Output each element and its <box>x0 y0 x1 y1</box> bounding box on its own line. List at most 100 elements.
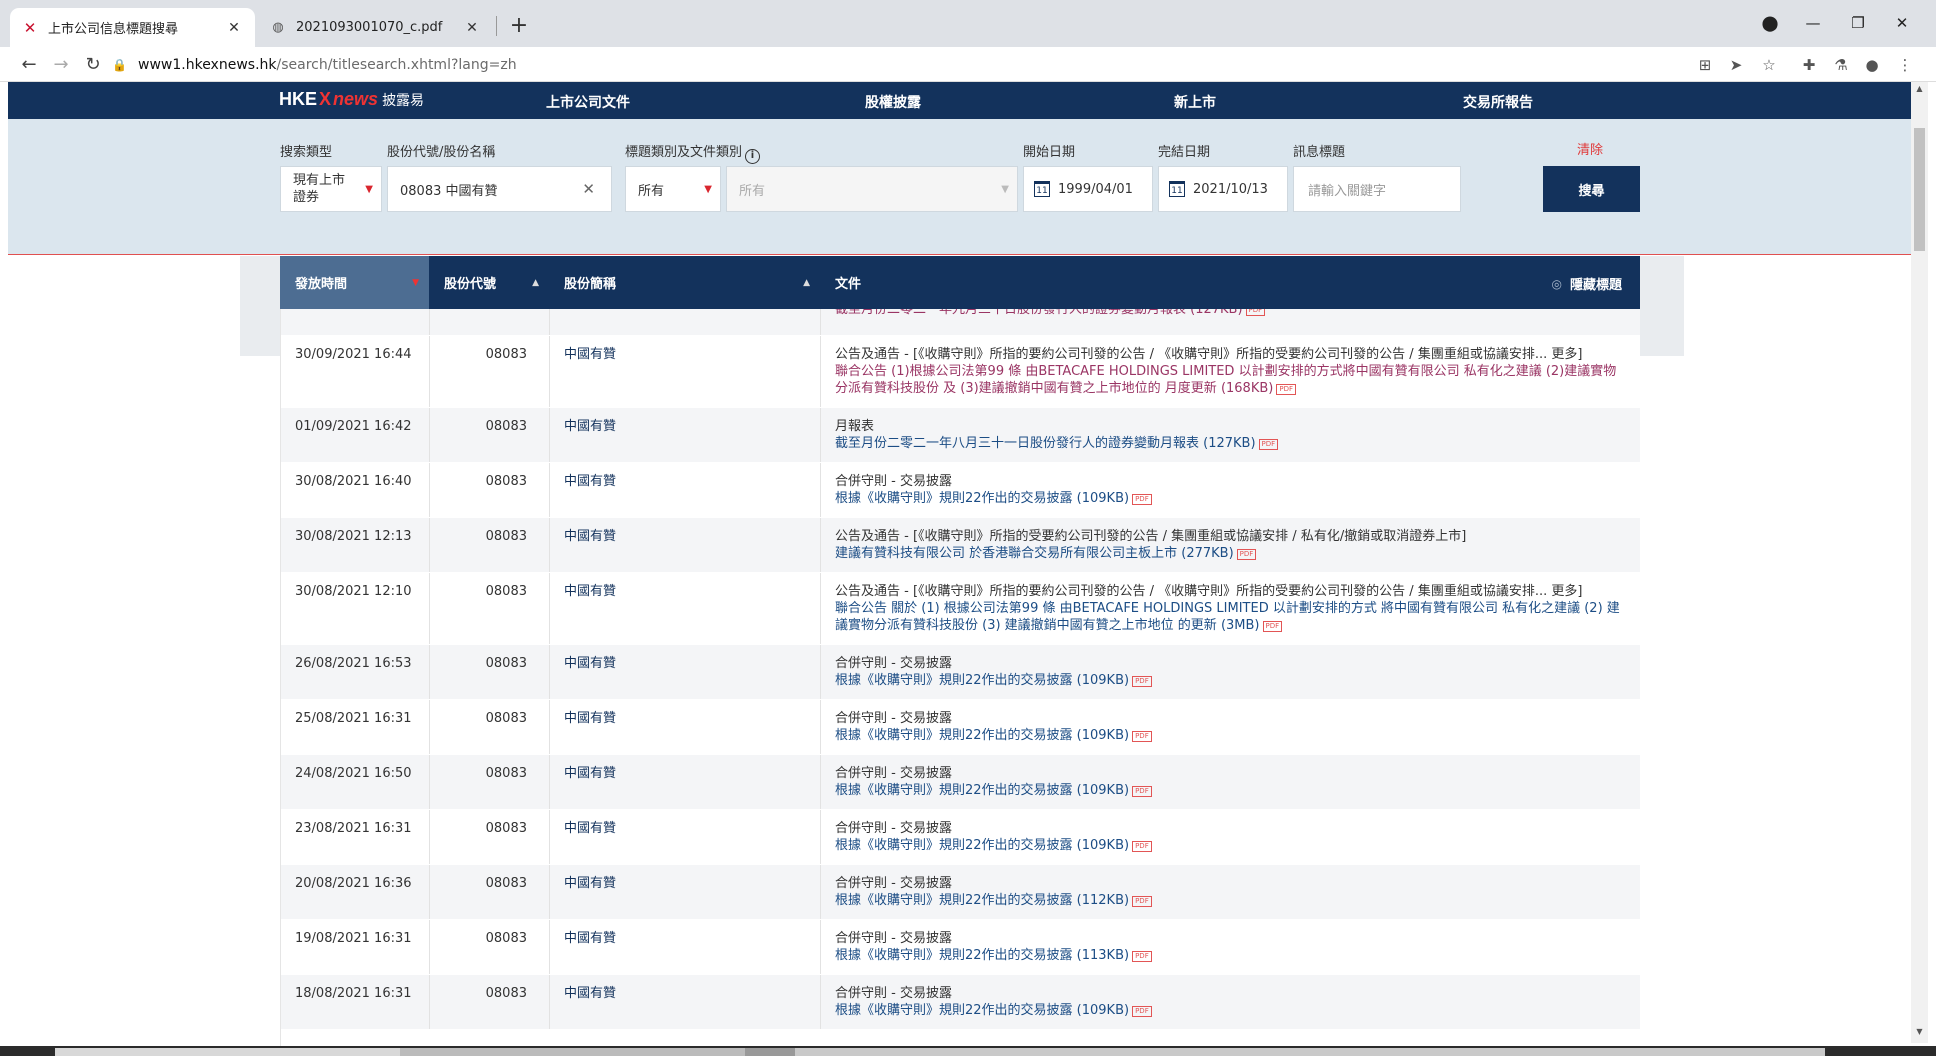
end-date-input[interactable]: 11 2021/10/13 <box>1158 166 1288 212</box>
table-row: 24/08/2021 16:50 08083 中國有贊 合併守則 - 交易披露 根據《收… <box>281 755 1640 810</box>
document-link[interactable]: 根據《收購守則》規則22作出的交易披露 (109KB) <box>835 491 1129 506</box>
scroll-down-arrow-icon[interactable]: ▼ <box>1911 1027 1928 1041</box>
logo-zh: 披露易 <box>382 91 425 108</box>
stock-name: 中國有贊 <box>550 755 821 809</box>
stock-code: 08083 <box>430 518 550 572</box>
address-toolbar: ← → ↻ 🔒 www1.hkexnews.hk/search/titlesea… <box>0 47 1936 82</box>
table-row: 19/08/2021 16:31 08083 中國有贊 合併守則 - 交易披露 根據《收… <box>281 920 1640 975</box>
hkexnews-logo[interactable]: HKE Xnews 披露易 <box>279 89 424 110</box>
clear-input-icon[interactable]: ✕ <box>582 180 595 198</box>
document-link[interactable]: 建議有贊科技有限公司 於香港聯合交易所有限公司主板上市 (277KB) <box>835 546 1234 561</box>
release-time: 18/08/2021 16:31 <box>281 975 430 1029</box>
horizontal-scrollbar[interactable] <box>0 1046 1936 1056</box>
vertical-scrollbar[interactable]: ▲ ▼ <box>1911 82 1928 1043</box>
nav-disclosure-of-interests[interactable]: 股權披露 <box>865 92 921 112</box>
profile-avatar-icon[interactable]: ● <box>1860 53 1884 77</box>
sort-desc-icon: ▼ <box>412 277 419 288</box>
stock-code <box>430 309 550 335</box>
nav-new-listings[interactable]: 新上市 <box>1174 92 1216 112</box>
document-link[interactable]: 截至月份二零二一年九月三十日股份發行人的證券變動月報表 (127KB) <box>835 309 1243 317</box>
document-link[interactable]: 截至月份二零二一年八月三十一日股份發行人的證券變動月報表 (127KB) <box>835 436 1256 451</box>
tab-close-icon[interactable]: ✕ <box>463 20 481 36</box>
header-release-time[interactable]: 發放時間 ▼ <box>280 256 429 309</box>
restore-button[interactable]: ❐ <box>1838 10 1878 36</box>
hide-title-toggle[interactable]: ◎ 隱藏標題 <box>1551 274 1623 294</box>
bookmark-star-icon[interactable]: ☆ <box>1757 53 1781 77</box>
header-document: 文件 ◎ 隱藏標題 <box>820 256 1640 309</box>
pdf-badge-icon: PDF <box>1132 676 1152 687</box>
document-category: 公告及通告 - [《收購守則》所指的要約公司刊發的公告 / 《收購守則》所指的受… <box>835 347 1583 362</box>
tab-close-icon[interactable]: ✕ <box>225 20 243 36</box>
new-tab-button[interactable]: + <box>505 12 533 40</box>
tab-title: 2021093001070_c.pdf <box>296 20 443 35</box>
document-cell: 合併守則 - 交易披露 根據《收購守則》規則22作出的交易披露 (109KB) PD… <box>821 463 1640 517</box>
reload-button[interactable]: ↻ <box>80 52 106 78</box>
minimize-button[interactable]: — <box>1793 10 1833 36</box>
results-table-header: 發放時間 ▼ 股份代號 ▲ 股份簡稱 ▲ 文件 ◎ 隱藏標題 <box>280 256 1640 309</box>
tab-search-icon[interactable]: ⬤ <box>1750 10 1790 36</box>
browser-tab-strip: ✕ 上市公司信息標題搜尋 ✕ ◍ 2021093001070_c.pdf ✕ +… <box>0 0 1936 47</box>
stock-input[interactable]: 08083 中國有贊 ✕ <box>387 166 612 212</box>
label-category-text: 標題類別及文件類別 <box>625 145 743 160</box>
document-link[interactable]: 根據《收購守則》規則22作出的交易披露 (109KB) <box>835 1003 1129 1018</box>
document-cell: 公告及通告 - [《收購守則》所指的受要約公司刊發的公告 / 集團重組或協議安排… <box>821 518 1640 572</box>
label-stock: 股份代號/股份名稱 <box>387 145 496 160</box>
document-link[interactable]: 聯合公告 關於 (1) 根據公司法第99 條 由BETACAFE HOLDING… <box>835 601 1620 633</box>
info-icon[interactable]: i <box>745 149 761 164</box>
lab-flask-icon[interactable]: ⚗ <box>1829 53 1853 77</box>
release-time: 26/08/2021 16:53 <box>281 645 430 699</box>
scrollbar-track-segment <box>795 1048 1825 1056</box>
header-stock-code[interactable]: 股份代號 ▲ <box>429 256 549 309</box>
lock-icon[interactable]: 🔒 <box>112 58 127 72</box>
search-type-value: 現有上市證券 <box>293 173 346 205</box>
menu-kebab-icon[interactable]: ⋮ <box>1893 53 1917 77</box>
document-link[interactable]: 根據《收購守則》規則22作出的交易披露 (109KB) <box>835 673 1129 688</box>
translate-icon[interactable]: ⊞ <box>1693 53 1717 77</box>
document-category: 月報表 <box>835 419 875 434</box>
extensions-puzzle-icon[interactable]: ✚ <box>1797 53 1821 77</box>
calendar-icon: 11 <box>1169 181 1185 197</box>
url-bar[interactable]: 🔒 www1.hkexnews.hk/search/titlesearch.xh… <box>112 51 1682 78</box>
document-link[interactable]: 根據《收購守則》規則22作出的交易披露 (112KB) <box>835 893 1129 908</box>
chevron-down-icon: ▼ <box>365 183 373 195</box>
category-value: 所有 <box>638 183 665 199</box>
scrollbar-thumb[interactable] <box>1914 128 1925 251</box>
title-keyword-input[interactable]: 請輸入關鍵字 <box>1293 166 1461 212</box>
search-button[interactable]: 搜尋 <box>1543 166 1640 212</box>
release-time: 20/08/2021 16:36 <box>281 865 430 919</box>
nav-exchange-reports[interactable]: 交易所報告 <box>1463 92 1533 112</box>
start-date-input[interactable]: 11 1999/04/01 <box>1023 166 1153 212</box>
tab-hkex-search[interactable]: ✕ 上市公司信息標題搜尋 ✕ <box>10 8 255 47</box>
nav-listed-company-docs[interactable]: 上市公司文件 <box>546 92 630 112</box>
globe-icon: ◍ <box>272 20 284 35</box>
pdf-badge-icon: PDF <box>1132 494 1152 505</box>
table-row: 25/08/2021 16:31 08083 中國有贊 合併守則 - 交易披露 根據《收… <box>281 700 1640 755</box>
document-link[interactable]: 根據《收購守則》規則22作出的交易披露 (109KB) <box>835 783 1129 798</box>
scrollbar-track-segment <box>745 1048 795 1056</box>
header-stock-name[interactable]: 股份簡稱 ▲ <box>549 256 820 309</box>
release-time <box>281 309 430 335</box>
document-link[interactable]: 根據《收購守則》規則22作出的交易披露 (109KB) <box>835 838 1129 853</box>
category-select[interactable]: 所有 ▼ <box>625 166 721 212</box>
document-category: 合併守則 - 交易披露 <box>835 766 952 781</box>
scroll-up-arrow-icon[interactable]: ▲ <box>1911 84 1928 98</box>
release-time: 01/09/2021 16:42 <box>281 408 430 462</box>
scrollbar-thumb[interactable] <box>55 1048 400 1056</box>
stock-code: 08083 <box>430 645 550 699</box>
document-link[interactable]: 根據《收購守則》規則22作出的交易披露 (109KB) <box>835 728 1129 743</box>
eye-slash-icon: ◎ <box>1551 276 1562 291</box>
send-icon[interactable]: ➤ <box>1724 53 1748 77</box>
document-cell: 月報表 截至月份二零二一年八月三十一日股份發行人的證券變動月報表 (127KB) P… <box>821 408 1640 462</box>
clear-link[interactable]: 清除 <box>1577 139 1603 158</box>
logo-news: news <box>333 89 379 109</box>
document-link[interactable]: 根據《收購守則》規則22作出的交易披露 (113KB) <box>835 948 1129 963</box>
close-window-button[interactable]: ✕ <box>1882 10 1922 36</box>
document-link[interactable]: 聯合公告 (1)根據公司法第99 條 由BETACAFE HOLDINGS LI… <box>835 364 1616 396</box>
subcategory-select[interactable]: 所有 ▼ <box>726 166 1018 212</box>
forward-button[interactable]: → <box>48 52 74 78</box>
pdf-badge-icon: PDF <box>1132 1006 1152 1017</box>
release-time: 30/08/2021 16:40 <box>281 463 430 517</box>
tab-pdf[interactable]: ◍ 2021093001070_c.pdf ✕ <box>258 8 493 47</box>
search-type-select[interactable]: 現有上市證券 ▼ <box>280 166 382 212</box>
back-button[interactable]: ← <box>16 52 42 78</box>
